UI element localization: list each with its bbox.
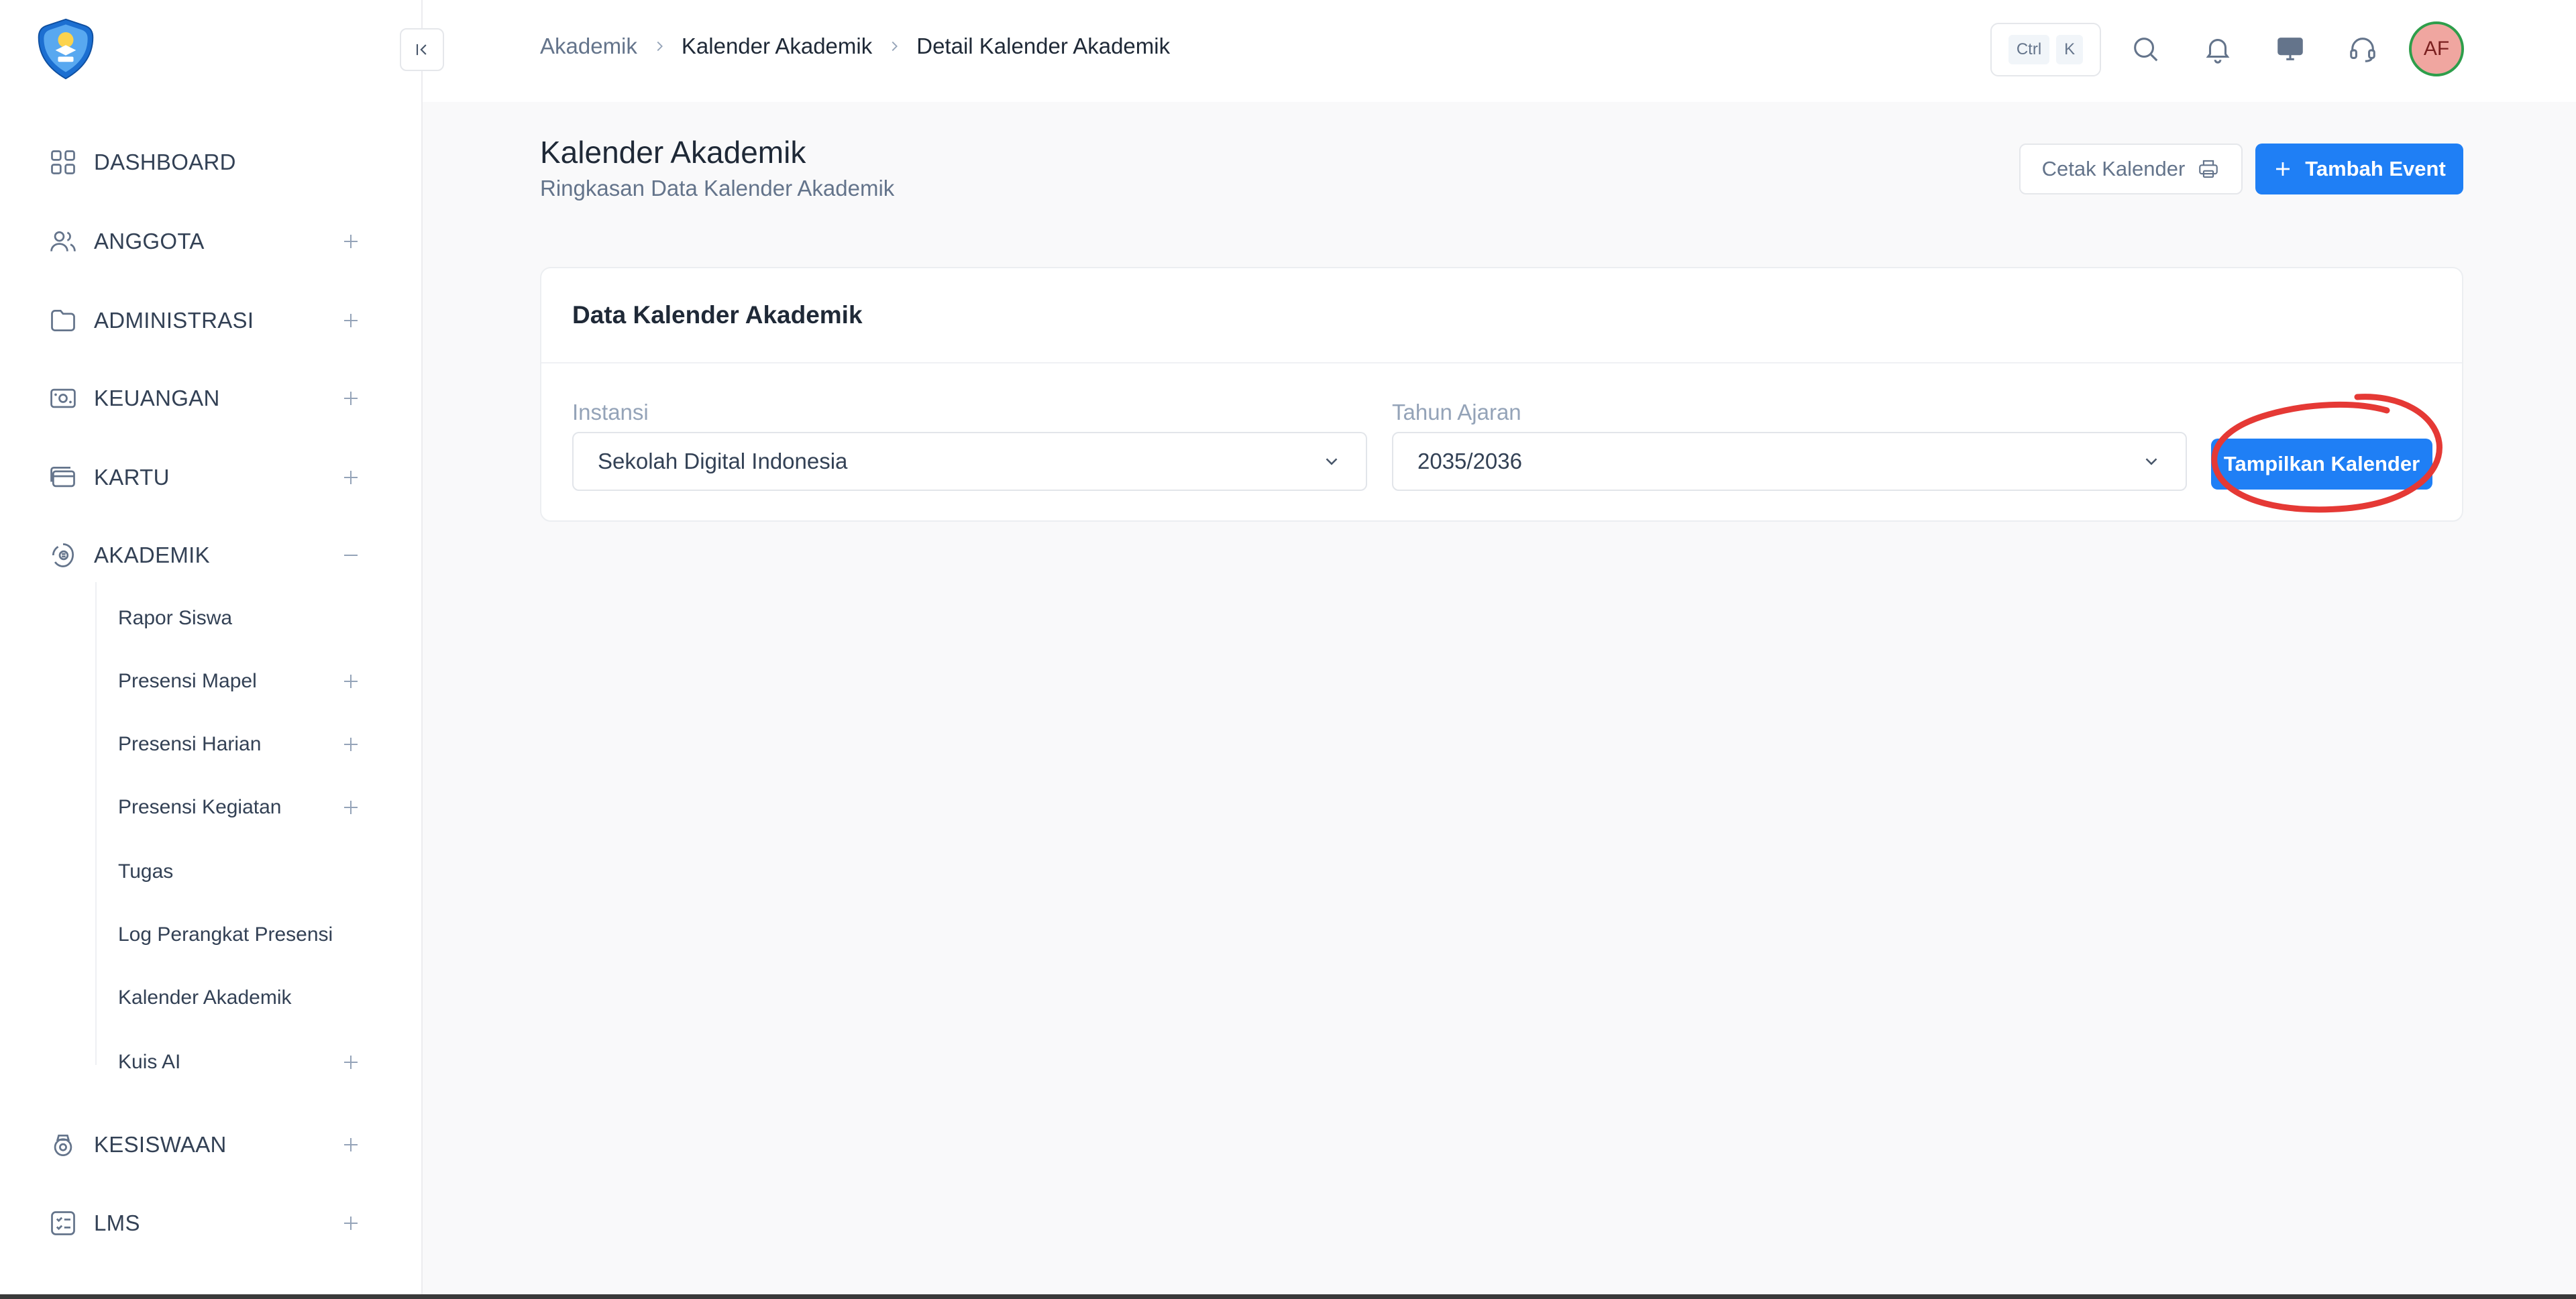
plus-icon[interactable] xyxy=(341,1052,361,1072)
breadcrumb: Akademik Kalender Akademik Detail Kalend… xyxy=(540,34,1170,59)
sidebar-item-label: KEUANGAN xyxy=(94,386,220,410)
printer-icon xyxy=(2199,160,2218,178)
avatar[interactable]: AF xyxy=(2409,21,2464,76)
collapse-left-icon xyxy=(416,44,427,56)
plus-icon[interactable] xyxy=(341,671,361,691)
bottom-border xyxy=(0,1294,2576,1299)
sidebar-item-label: ADMINISTRASI xyxy=(94,308,254,333)
topbar: Akademik Kalender Akademik Detail Kalend… xyxy=(423,0,2576,102)
plus-icon[interactable] xyxy=(341,734,361,754)
tahun-ajaran-value: 2035/2036 xyxy=(1417,449,1522,473)
sidebar-subitem-label: Rapor Siswa xyxy=(118,607,233,629)
add-event-label: Tambah Event xyxy=(2305,157,2446,180)
sidebar-subitem-label: Log Perangkat Presensi xyxy=(118,923,333,946)
sidebar-item-akademik[interactable]: AKADEMIK xyxy=(48,535,361,575)
breadcrumb-item-kalender-akademik[interactable]: Kalender Akademik xyxy=(682,34,872,59)
folder-icon xyxy=(51,309,75,332)
monitor-icon[interactable] xyxy=(2275,34,2306,64)
academic-icon xyxy=(52,543,74,567)
breadcrumb-item-akademik[interactable]: Akademik xyxy=(540,34,637,59)
sidebar-item-label: KESISWAAN xyxy=(94,1132,227,1157)
sidebar-item-kesiswaan[interactable]: KESISWAAN xyxy=(48,1125,361,1165)
search-icon[interactable] xyxy=(2130,34,2161,64)
sidebar-item-keuangan[interactable]: KEUANGAN xyxy=(48,378,361,418)
instansi-label: Instansi xyxy=(572,400,649,425)
plus-icon[interactable] xyxy=(341,310,361,331)
plus-icon xyxy=(2276,162,2290,176)
print-calendar-label: Cetak Kalender xyxy=(2041,157,2186,180)
sidebar-subitem-kalender-akademik[interactable]: Kalender Akademik xyxy=(118,979,361,1017)
headset-support-icon[interactable] xyxy=(2347,34,2378,64)
sidebar-subitem-presensi-harian[interactable]: Presensi Harian xyxy=(118,726,361,763)
instansi-select[interactable]: Sekolah Digital Indonesia xyxy=(572,432,1367,491)
tahun-ajaran-label: Tahun Ajaran xyxy=(1392,400,1521,425)
sidebar-item-kartu[interactable]: KARTU xyxy=(48,457,361,498)
sidebar-subitem-tugas[interactable]: Tugas xyxy=(118,853,361,891)
sidebar-item-label: KARTU xyxy=(94,465,170,490)
sidebar-item-label: AKADEMIK xyxy=(94,543,210,567)
add-event-button[interactable]: Tambah Event xyxy=(2255,144,2463,194)
bell-icon[interactable] xyxy=(2202,34,2233,64)
tahun-ajaran-select[interactable]: 2035/2036 xyxy=(1392,432,2187,491)
plus-icon[interactable] xyxy=(341,797,361,817)
chevron-down-icon xyxy=(2145,458,2157,465)
sidebar-subitem-label: Tugas xyxy=(118,860,174,883)
sidebar-subitem-presensi-kegiatan[interactable]: Presensi Kegiatan xyxy=(118,789,361,826)
chevron-right-icon xyxy=(657,41,663,52)
sidebar-subitem-rapor-siswa[interactable]: Rapor Siswa xyxy=(118,600,361,637)
chevron-right-icon xyxy=(892,41,898,52)
print-calendar-button[interactable]: Cetak Kalender xyxy=(2019,144,2243,194)
sidebar-subitem-label: Kalender Akademik xyxy=(118,986,292,1009)
chevron-down-icon xyxy=(1326,458,1338,465)
minus-icon[interactable] xyxy=(341,545,361,565)
sidebar-subitem-presensi-mapel[interactable]: Presensi Mapel xyxy=(118,663,361,700)
card-title: Data Kalender Akademik xyxy=(541,268,2462,363)
kbd-k: K xyxy=(2056,35,2084,64)
submenu-divider xyxy=(95,582,97,1065)
sidebar-item-dashboard[interactable]: DASHBOARD xyxy=(48,142,361,182)
sidebar-subitem-label: Kuis AI xyxy=(118,1051,181,1073)
page-subtitle: Ringkasan Data Kalender Akademik xyxy=(540,176,895,201)
lms-list-icon xyxy=(51,1211,75,1235)
show-calendar-button[interactable]: Tampilkan Kalender xyxy=(2211,439,2432,490)
instansi-value: Sekolah Digital Indonesia xyxy=(598,449,848,473)
tut-wuri-handayani-logo[interactable] xyxy=(34,17,98,81)
sidebar-subitem-kuis-ai[interactable]: Kuis AI xyxy=(118,1043,361,1081)
sidebar-subitem-log-perangkat-presensi[interactable]: Log Perangkat Presensi xyxy=(118,916,361,954)
money-icon xyxy=(50,388,76,408)
sidebar-item-label: LMS xyxy=(94,1210,140,1235)
kbd-ctrl: Ctrl xyxy=(2008,35,2050,64)
sidebar-subitem-label: Presensi Mapel xyxy=(118,670,257,692)
plus-icon[interactable] xyxy=(341,467,361,488)
sidebar-item-lms[interactable]: LMS xyxy=(48,1203,361,1243)
sidebar-item-anggota[interactable]: ANGGOTA xyxy=(48,221,361,262)
sidebar-item-administrasi[interactable]: ADMINISTRASI xyxy=(48,300,361,341)
student-icon xyxy=(54,1134,72,1156)
plus-icon[interactable] xyxy=(341,1135,361,1155)
plus-icon[interactable] xyxy=(341,1213,361,1233)
sidebar-subitem-label: Presensi Kegiatan xyxy=(118,796,282,818)
sidebar: DASHBOARD ANGGOTA ADMINISTRASI KEUANGAN … xyxy=(0,0,423,1299)
show-calendar-label: Tampilkan Kalender xyxy=(2223,452,2420,475)
users-icon xyxy=(50,231,76,251)
sidebar-subitem-label: Presensi Harian xyxy=(118,733,262,755)
calendar-filter-card: Data Kalender Akademik Instansi Sekolah … xyxy=(540,267,2463,522)
sidebar-item-label: ANGGOTA xyxy=(94,229,205,253)
plus-icon[interactable] xyxy=(341,388,361,408)
dashboard-grid-icon xyxy=(51,150,75,174)
command-shortcut-button[interactable]: Ctrl K xyxy=(1990,23,2101,76)
breadcrumb-item-detail: Detail Kalender Akademik xyxy=(916,34,1171,58)
plus-icon[interactable] xyxy=(341,231,361,251)
sidebar-collapse-button[interactable] xyxy=(400,28,444,71)
sidebar-item-label: DASHBOARD xyxy=(94,150,236,174)
page-title: Kalender Akademik xyxy=(540,135,806,170)
card-icon xyxy=(50,466,75,488)
